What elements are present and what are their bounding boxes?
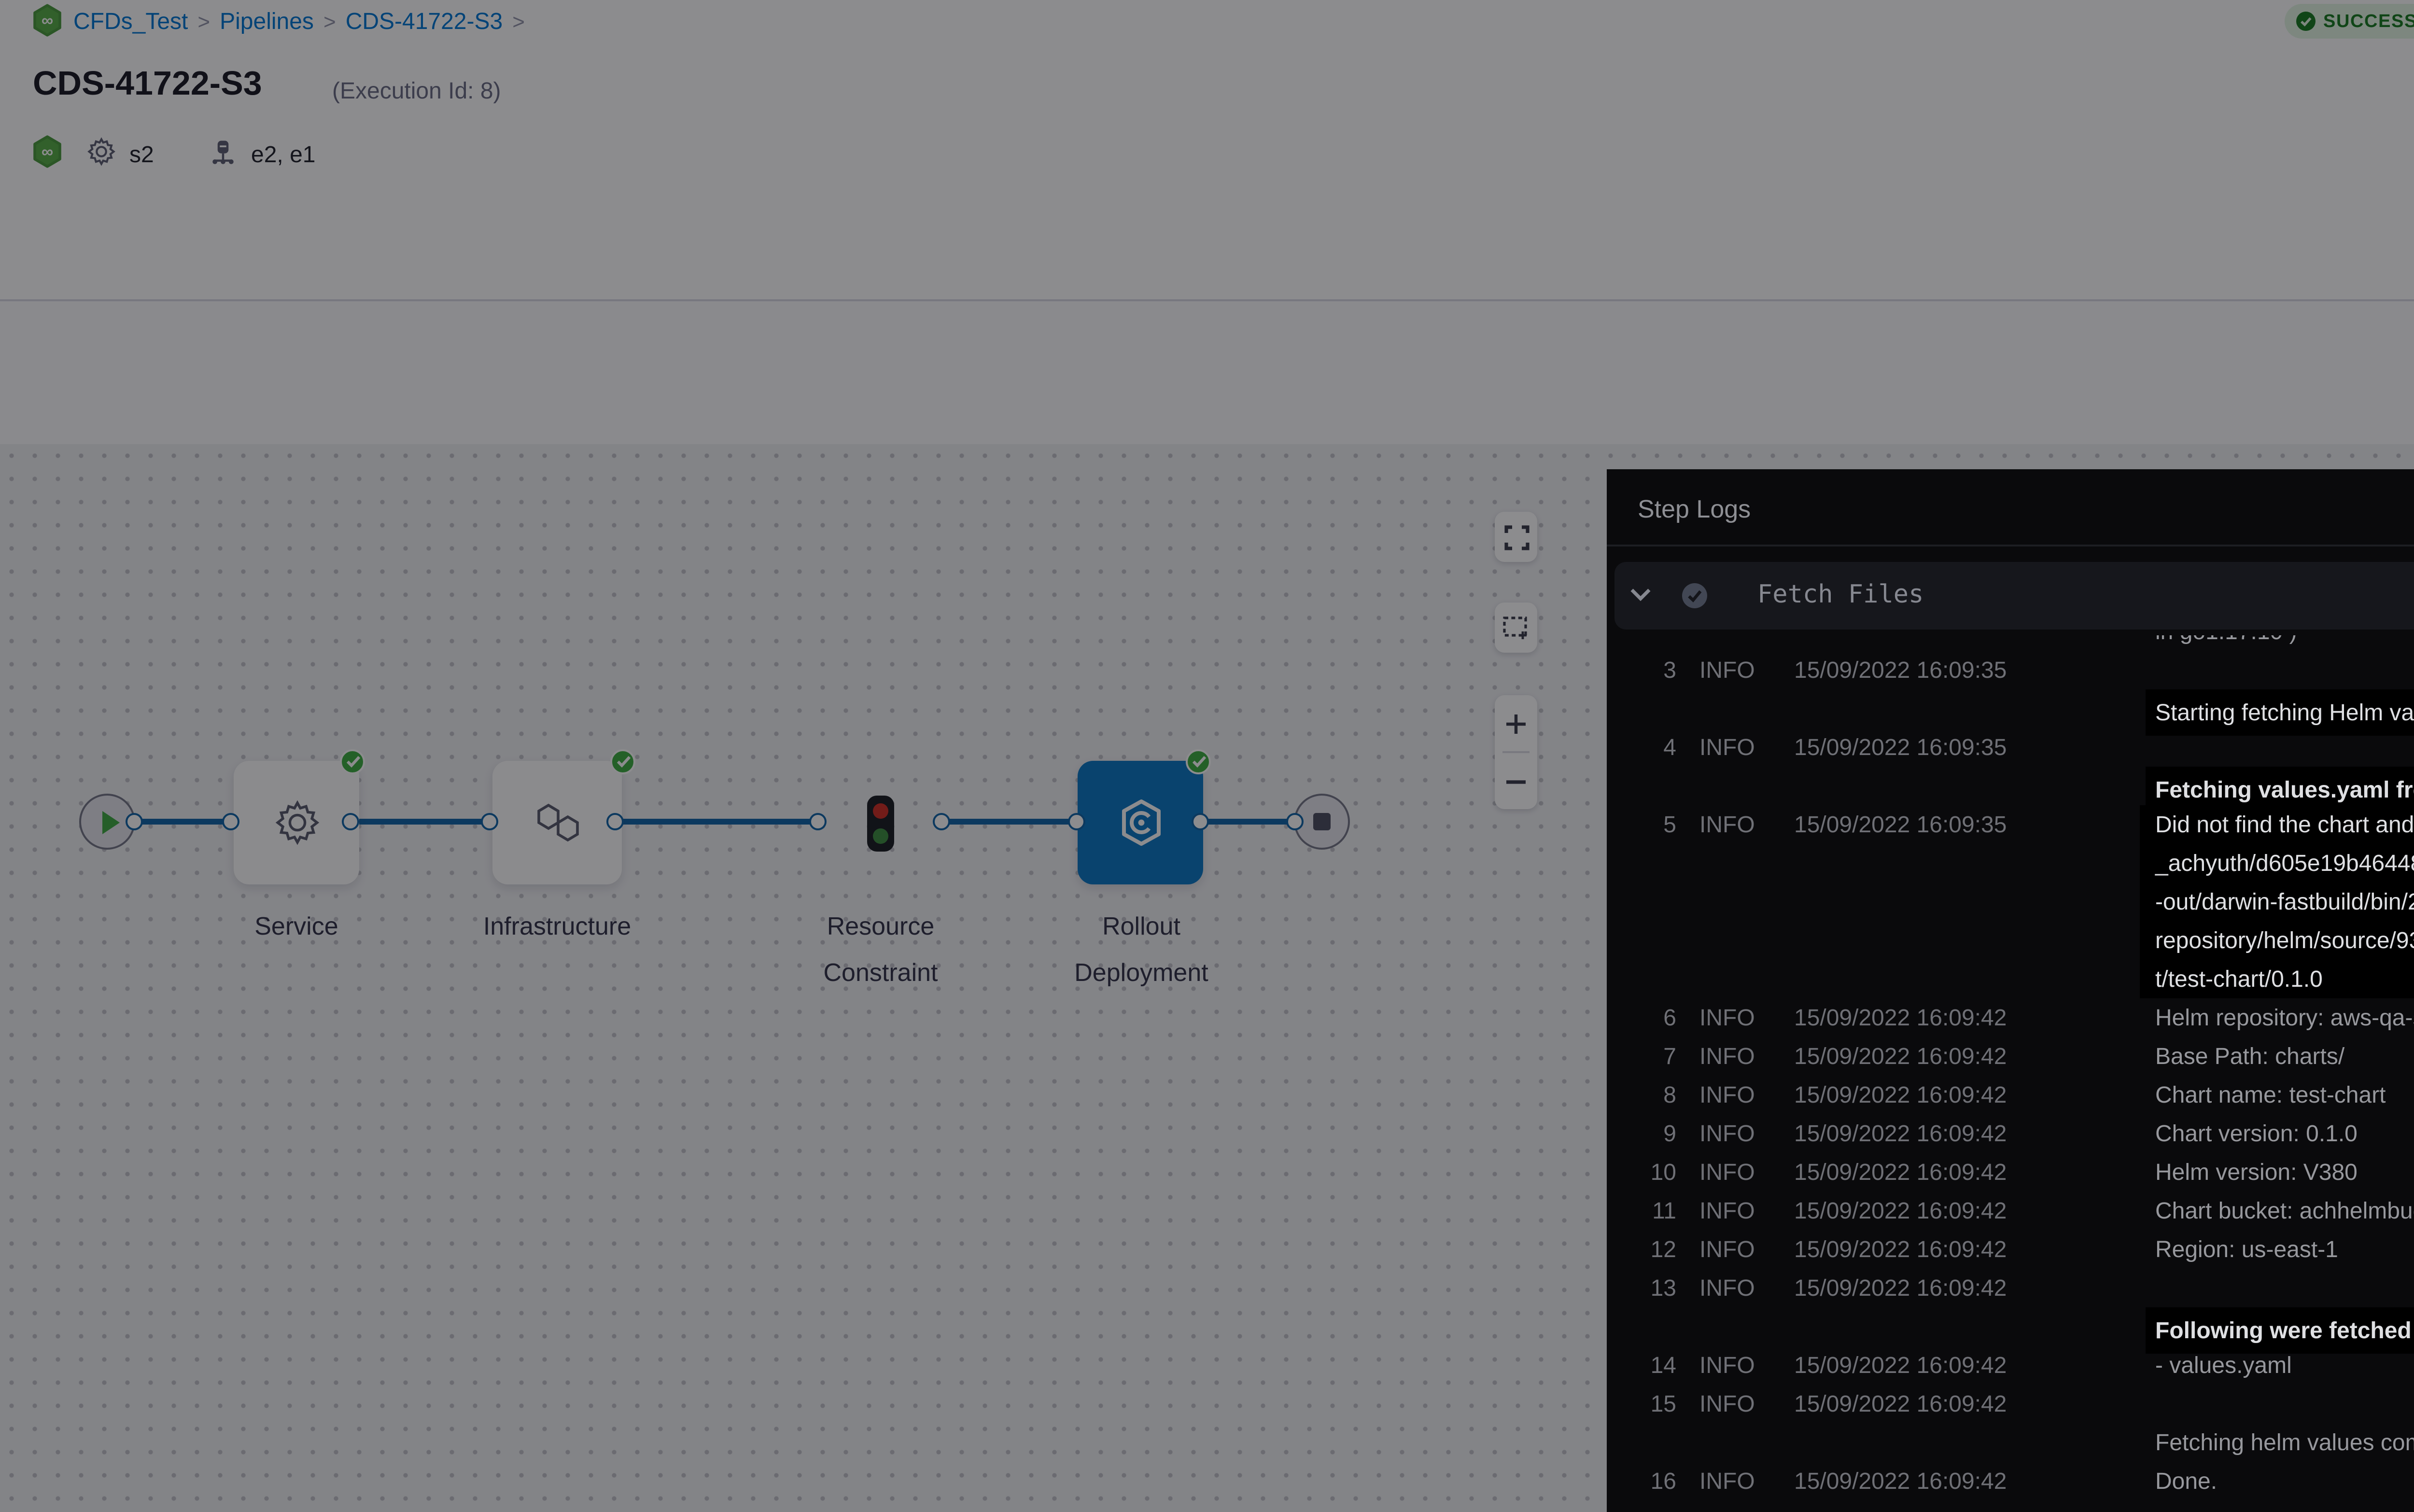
log-row: 3 INFO 15/09/2022 16:09:35 (1607, 651, 2414, 689)
log-ts: 15/09/2022 16:09:42 (1794, 1462, 2007, 1500)
log-output[interactable]: in go1.17.10 )3INFO15/09/2022 16:09:35St… (1607, 635, 2414, 1512)
log-num: 5 (1622, 805, 1676, 844)
step-logs-header: Step Logs Console View (1607, 469, 2414, 546)
log-lvl: INFO (1699, 1230, 1755, 1269)
log-msg: repository/helm/source/93602db7-89f2-317… (2140, 921, 2414, 960)
log-row: 8 INFO 15/09/2022 16:09:42 Chart name: test… (1607, 1076, 2414, 1114)
log-msg: Chart name: test-chart (2155, 1076, 2386, 1114)
log-ts: 15/09/2022 16:09:42 (1794, 1385, 2007, 1423)
log-lvl: INFO (1699, 1191, 1755, 1230)
log-msg: Helm repository: aws-qa-setup-modified (2155, 998, 2414, 1037)
log-msg: Fetching helm values completed successfu… (2155, 1423, 2414, 1462)
log-lvl: INFO (1699, 1462, 1755, 1500)
log-row: Starting fetching Helm values (1607, 689, 2414, 728)
log-ts: 15/09/2022 16:09:42 (1794, 998, 2007, 1037)
log-msg: Chart bucket: achhelmbucket (2155, 1191, 2414, 1230)
log-lvl: INFO (1699, 1346, 1755, 1385)
log-lvl: INFO (1699, 805, 1755, 844)
log-row: 4 INFO 15/09/2022 16:09:35 (1607, 728, 2414, 767)
log-ts: 15/09/2022 16:09:42 (1794, 1230, 2007, 1269)
log-row: in go1.17.10 ) (1607, 635, 2414, 651)
log-num: 7 (1622, 1037, 1676, 1076)
log-num: 4 (1622, 728, 1676, 767)
log-row: 15 INFO 15/09/2022 16:09:42 (1607, 1385, 2414, 1423)
log-ts: 15/09/2022 16:09:42 (1794, 1114, 2007, 1153)
log-ts: 15/09/2022 16:09:35 (1794, 728, 2007, 767)
log-ts: 15/09/2022 16:09:35 (1794, 651, 2007, 689)
log-msg: _achyuth/d605e19b46448ceaacb01fb4c19633a… (2140, 844, 2414, 882)
log-row: 10 INFO 15/09/2022 16:09:42 Helm version: V… (1607, 1153, 2414, 1191)
log-row: 11 INFO 15/09/2022 16:09:42 Chart bucket: a… (1607, 1191, 2414, 1230)
log-row: Following were fetched successfully : (1607, 1307, 2414, 1346)
log-lvl: INFO (1699, 1269, 1755, 1307)
step-success-icon (1682, 583, 1707, 608)
log-msg: - values.yaml (2155, 1346, 2292, 1385)
log-lvl: INFO (1699, 1153, 1755, 1191)
log-lvl: INFO (1699, 651, 1755, 689)
log-ts: 15/09/2022 16:09:42 (1794, 1191, 2007, 1230)
log-row: 16 INFO 15/09/2022 16:09:42 Done. (1607, 1462, 2414, 1500)
log-row: 6 INFO 15/09/2022 16:09:42 Helm repository:… (1607, 998, 2414, 1037)
step-logs-drawer: Step Logs Console View Fetch Files 9s in… (1607, 469, 2414, 1512)
log-num: 10 (1622, 1153, 1676, 1191)
app-viewport: ∞ CFDs_Test>Pipelines>CDS-41722-S3> SUCC… (0, 0, 2414, 1512)
log-row: t/test-chart/0.1.0 (1607, 960, 2414, 998)
log-msg: Did not find the chart and version in lo… (2140, 805, 2414, 844)
log-msg: in go1.17.10 ) (2155, 635, 2297, 651)
log-msg: Helm version: V380 (2155, 1153, 2358, 1191)
log-ts: 15/09/2022 16:09:42 (1794, 1346, 2007, 1385)
log-ts: 15/09/2022 16:09:35 (1794, 805, 2007, 844)
step-name: Fetch Files (1757, 581, 1923, 610)
log-row: 9 INFO 15/09/2022 16:09:42 Chart version: 0… (1607, 1114, 2414, 1153)
log-num: 8 (1622, 1076, 1676, 1114)
log-lvl: INFO (1699, 998, 1755, 1037)
log-ts: 15/09/2022 16:09:42 (1794, 1153, 2007, 1191)
log-num: 15 (1622, 1385, 1676, 1423)
log-row: Fetching helm values completed successfu… (1607, 1423, 2414, 1462)
chevron-down-icon[interactable] (1630, 587, 1651, 602)
log-ts: 15/09/2022 16:09:42 (1794, 1269, 2007, 1307)
log-row: 5 INFO 15/09/2022 16:09:35 Did not find the… (1607, 805, 2414, 844)
log-ts: 15/09/2022 16:09:42 (1794, 1076, 2007, 1114)
log-num: 14 (1622, 1346, 1676, 1385)
log-lvl: INFO (1699, 1114, 1755, 1153)
log-msg: Done. (2155, 1462, 2217, 1500)
log-msg: Region: us-east-1 (2155, 1230, 2338, 1269)
log-num: 3 (1622, 651, 1676, 689)
log-msg: Chart version: 0.1.0 (2155, 1114, 2358, 1153)
log-num: 9 (1622, 1114, 1676, 1153)
log-num: 6 (1622, 998, 1676, 1037)
log-row: _achyuth/d605e19b46448ceaacb01fb4c19633a… (1607, 844, 2414, 882)
log-row: 13 INFO 15/09/2022 16:09:42 (1607, 1269, 2414, 1307)
log-ts: 15/09/2022 16:09:42 (1794, 1037, 2007, 1076)
log-num: 12 (1622, 1230, 1676, 1269)
step-logs-title: Step Logs (1638, 494, 1751, 523)
log-num: 16 (1622, 1462, 1676, 1500)
log-num: 13 (1622, 1269, 1676, 1307)
step-section-fetch-files[interactable]: Fetch Files 9s (1614, 562, 2414, 630)
log-lvl: INFO (1699, 728, 1755, 767)
log-row: 14 INFO 15/09/2022 16:09:42 - values.yaml (1607, 1346, 2414, 1385)
log-row: 12 INFO 15/09/2022 16:09:42 Region: us-east… (1607, 1230, 2414, 1269)
log-row: repository/helm/source/93602db7-89f2-317… (1607, 921, 2414, 960)
log-lvl: INFO (1699, 1076, 1755, 1114)
log-msg: t/test-chart/0.1.0 (2140, 960, 2414, 998)
log-msg: Base Path: charts/ (2155, 1037, 2344, 1076)
log-num: 11 (1622, 1191, 1676, 1230)
log-lvl: INFO (1699, 1385, 1755, 1423)
log-row: -out/darwin-fastbuild/bin/260-delegate/e… (1607, 882, 2414, 921)
log-msg: -out/darwin-fastbuild/bin/260-delegate/e… (2140, 882, 2414, 921)
log-row: Fetching values.yaml from helm chart rep… (1607, 767, 2414, 805)
log-lvl: INFO (1699, 1037, 1755, 1076)
log-row: 7 INFO 15/09/2022 16:09:42 Base Path: chart… (1607, 1037, 2414, 1076)
